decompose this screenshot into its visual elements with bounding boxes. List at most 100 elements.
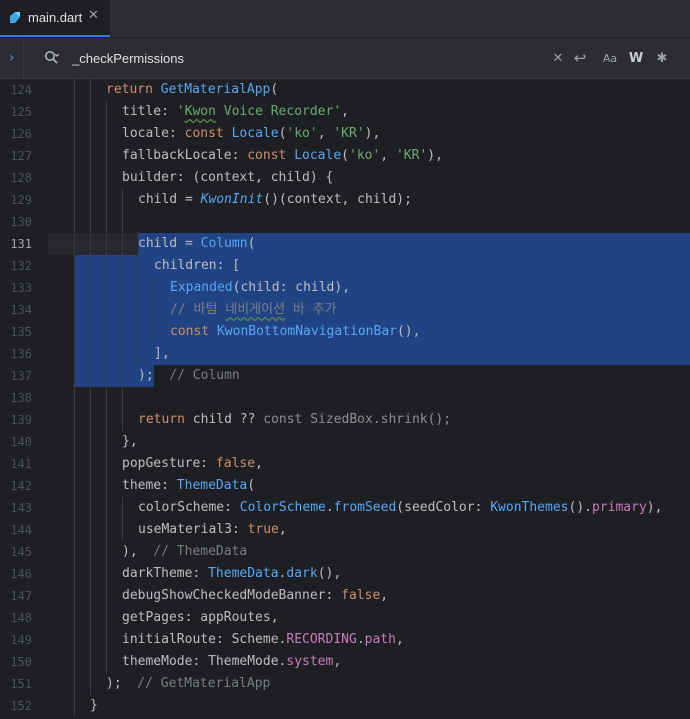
code-token: getPages: appRoutes, xyxy=(122,610,279,625)
code-line[interactable]: getPages: appRoutes, xyxy=(122,607,279,629)
line-number: 135 xyxy=(10,325,32,339)
code-line[interactable]: debugShowCheckedModeBanner: false, xyxy=(122,585,388,607)
code-token: 바 추가 xyxy=(285,302,337,317)
code-line[interactable]: useMaterial3: true, xyxy=(138,519,287,541)
line-number: 143 xyxy=(10,501,32,515)
code-line[interactable]: ); // GetMaterialApp xyxy=(106,673,270,695)
line-number: 132 xyxy=(10,259,32,273)
line-number: 138 xyxy=(10,391,32,405)
code-token: ( xyxy=(247,478,256,493)
code-token: , xyxy=(341,104,349,119)
code-line[interactable]: child = KwonInit()(context, child); xyxy=(138,189,412,211)
indent-guide xyxy=(122,189,123,431)
code-token: initialRoute: Scheme. xyxy=(122,632,287,647)
code-line[interactable]: fallbackLocale: const Locale('ko', 'KR')… xyxy=(122,145,443,167)
code-token: , xyxy=(333,654,342,669)
line-number: 140 xyxy=(10,435,32,449)
code-token: , xyxy=(255,456,263,471)
code-line[interactable]: darkTheme: ThemeData.dark(), xyxy=(122,563,341,585)
search-icon[interactable] xyxy=(44,50,60,66)
code-line[interactable]: theme: ThemeData( xyxy=(122,475,255,497)
line-number: 141 xyxy=(10,457,32,471)
line-number: 144 xyxy=(10,523,32,537)
code-token: theme: xyxy=(122,478,177,493)
code-line[interactable]: } xyxy=(90,695,98,717)
code-token: ), xyxy=(122,544,146,559)
code-token: Expanded xyxy=(170,280,233,295)
code-line[interactable]: return GetMaterialApp( xyxy=(106,79,278,101)
code-token: const xyxy=(170,324,217,339)
code-line[interactable]: ], xyxy=(154,343,170,365)
code-token: ], xyxy=(154,346,170,361)
code-line[interactable]: locale: const Locale('ko', 'KR'), xyxy=(122,123,380,145)
code-token: Column xyxy=(200,236,248,251)
code-token: , xyxy=(317,126,334,141)
code-token: children: [ xyxy=(154,258,241,273)
tab-main-dart[interactable]: main.dart ✕ xyxy=(0,0,110,37)
code-token: // GetMaterialApp xyxy=(129,676,271,691)
code-line[interactable]: builder: (context, child) { xyxy=(122,167,333,189)
code-token: (). xyxy=(568,500,592,515)
code-line[interactable]: initialRoute: Scheme.RECORDING.path, xyxy=(122,629,404,651)
line-number: 145 xyxy=(10,545,32,559)
newline-icon[interactable]: ↩ xyxy=(570,48,590,68)
code-line[interactable]: // 바텀 네비게이션 바 추가 xyxy=(170,299,337,321)
code-line[interactable]: Expanded(child: child), xyxy=(170,277,350,299)
code-line[interactable]: const KwonBottomNavigationBar(), xyxy=(170,321,420,343)
line-number: 139 xyxy=(10,413,32,427)
match-case-toggle[interactable]: Aa xyxy=(600,48,620,68)
code-line[interactable]: themeMode: ThemeMode.system, xyxy=(122,651,341,673)
code-token: colorScheme: xyxy=(138,500,240,515)
code-token: (), xyxy=(317,566,342,581)
text-selection xyxy=(74,277,690,299)
code-token: , xyxy=(278,522,287,537)
code-line[interactable]: ); // Column xyxy=(138,365,240,387)
close-icon[interactable]: ✕ xyxy=(88,8,99,23)
code-token: } xyxy=(90,698,98,713)
code-token: debugShowCheckedModeBanner: xyxy=(122,588,342,603)
code-line[interactable]: children: [ xyxy=(154,255,240,277)
code-line[interactable]: child = Column( xyxy=(138,233,255,255)
code-token: RECORDING xyxy=(286,632,357,647)
code-line[interactable]: popGesture: false, xyxy=(122,453,263,475)
code-token: 네비게이션 xyxy=(225,302,286,317)
code-token: child = xyxy=(138,236,201,251)
code-token: 'KR' xyxy=(333,126,365,141)
code-token: const SizedBox.shrink(); xyxy=(263,412,452,427)
line-number: 130 xyxy=(10,215,32,229)
code-token: KwonThemes xyxy=(490,500,569,515)
code-token: , xyxy=(380,148,396,163)
code-line[interactable]: colorScheme: ColorScheme.fromSeed(seedCo… xyxy=(138,497,662,519)
code-token: }, xyxy=(122,434,138,449)
code-token: fromSeed xyxy=(333,500,397,515)
line-number: 147 xyxy=(10,589,32,603)
code-token: . xyxy=(356,632,365,647)
code-token: system xyxy=(286,654,334,669)
tab-label: main.dart xyxy=(28,10,83,25)
code-token: true xyxy=(247,522,279,537)
code-line[interactable]: title: 'Kwon Voice Recorder', xyxy=(122,101,349,123)
code-token: , xyxy=(380,588,389,603)
code-token: ), xyxy=(427,148,443,163)
search-input[interactable] xyxy=(72,47,512,69)
text-selection xyxy=(74,299,690,321)
code-token: fallbackLocale: xyxy=(122,148,248,163)
code-line[interactable]: return child ?? const SizedBox.shrink(); xyxy=(138,409,451,431)
code-editor[interactable]: 124 125 126 127 128 129 130 131 132 133 134 135 136 1… xyxy=(0,79,690,719)
code-line[interactable]: }, xyxy=(122,431,138,453)
code-token: return xyxy=(106,82,161,97)
line-number: 126 xyxy=(10,127,32,141)
code-token: ColorScheme xyxy=(239,500,326,515)
line-number-gutter[interactable]: 124 125 126 127 128 129 130 131 132 133 134 135 136 1… xyxy=(0,79,48,719)
code-token: ' xyxy=(176,104,185,119)
regex-toggle[interactable]: ✱ xyxy=(652,48,672,68)
code-token: ( xyxy=(270,82,279,97)
expand-replace-icon[interactable]: › xyxy=(0,38,24,78)
whole-words-toggle[interactable]: W xyxy=(626,48,646,68)
code-token: false xyxy=(215,456,256,471)
clear-search-icon[interactable]: ✕ xyxy=(550,48,566,68)
line-number: 151 xyxy=(10,677,32,691)
code-token: Locale xyxy=(231,126,279,141)
code-token: false xyxy=(341,588,381,603)
code-line[interactable]: ), // ThemeData xyxy=(122,541,247,563)
